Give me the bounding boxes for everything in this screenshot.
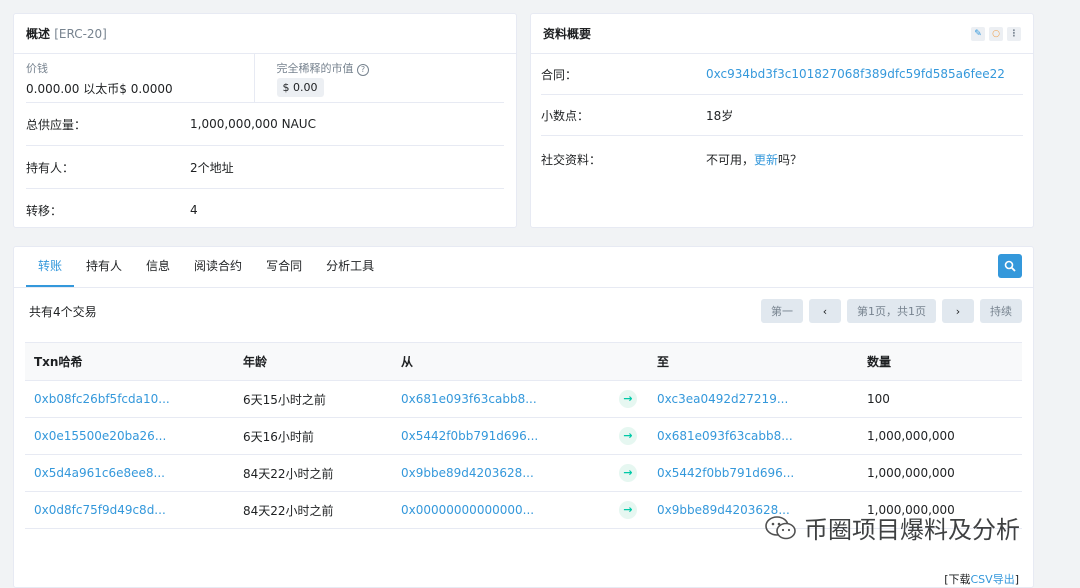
download-footer: [下载CSV导出] — [944, 571, 1019, 587]
help-icon[interactable]: ? — [357, 64, 369, 76]
tab-read-contract[interactable]: 阅读合约 — [182, 257, 254, 287]
age-cell: 84天22小时之前 — [234, 491, 392, 529]
col-to: 至 — [648, 342, 858, 381]
search-icon — [1004, 260, 1016, 272]
age-cell: 84天22小时之前 — [234, 454, 392, 492]
last-page-button[interactable]: 持续 — [980, 299, 1022, 323]
table-header-row: Txn哈希 年龄 从 至 数量 — [25, 342, 1022, 381]
col-direction — [610, 342, 648, 381]
social-status: 不可用， — [706, 152, 755, 167]
table-row: 0x5d4a961c6e8ee8... 84天22小时之前 0x9bbe89d4… — [25, 454, 1022, 492]
overview-card: 概述 [ERC-20] 价钱 0.000.00 以太币$ 0.0000 完全稀释… — [13, 13, 517, 228]
transfers-label: 转移： — [26, 203, 63, 218]
quantity-cell: 1,000,000,000 — [858, 454, 1022, 492]
contract-row: 合同： 0xc934bd3f3c101827068f389dfc59fd585a… — [541, 54, 1023, 95]
tab-info[interactable]: 信息 — [134, 257, 182, 287]
transaction-count: 共有4个交易 — [29, 304, 97, 319]
txn-hash-link[interactable]: 0x0d8fc75f9d49c8d... — [34, 503, 166, 517]
decimals-value: 18岁 — [706, 108, 734, 123]
csv-export-link[interactable]: CSV导出 — [971, 573, 1015, 586]
from-address-link[interactable]: 0x5442f0bb791d696... — [401, 429, 538, 443]
first-page-button[interactable]: 第一 — [761, 299, 803, 323]
chevron-right-icon: › — [955, 304, 961, 318]
tab-analytics[interactable]: 分析工具 — [314, 257, 386, 287]
col-quantity: 数量 — [858, 342, 1022, 381]
txn-hash-link[interactable]: 0x5d4a961c6e8ee8... — [34, 466, 165, 480]
download-prefix: [下载 — [944, 573, 971, 586]
watermark: 币圈项目爆料及分析 — [764, 510, 1020, 545]
download-suffix: ] — [1014, 573, 1019, 586]
transfers-row: 转移： 4 — [26, 189, 504, 231]
decimals-label: 小数点： — [541, 108, 590, 123]
token-standard-tag: [ERC-20] — [54, 26, 107, 41]
update-link[interactable]: 更新 — [754, 153, 778, 167]
from-address-link[interactable]: 0x681e093f63cabb8... — [401, 392, 537, 406]
col-txn-hash: Txn哈希 — [25, 342, 234, 381]
chevron-left-icon: ‹ — [822, 304, 828, 318]
contract-label: 合同： — [541, 67, 578, 82]
market-cap-label: 完全稀释的市值 — [276, 62, 354, 75]
more-icon[interactable]: ⋮ — [1007, 26, 1021, 41]
circle-icon[interactable]: ○ — [989, 26, 1003, 41]
to-address-link[interactable]: 0x681e093f63cabb8... — [657, 429, 793, 443]
overview-header: 概述 [ERC-20] — [14, 14, 516, 54]
table-row: 0xb08fc26bf5fcda10... 6天15小时之前 0x681e093… — [25, 380, 1022, 418]
social-row: 社交资料： 不可用，更新吗？ — [541, 136, 1023, 182]
profile-header: 资料概要 ✎ ○ ⋮ — [531, 14, 1033, 54]
edit-icon[interactable]: ✎ — [971, 26, 985, 41]
prev-page-button[interactable]: ‹ — [809, 299, 841, 323]
arrow-right-icon: → — [619, 464, 637, 482]
total-supply-row: 总供应量： 1,000,000,000 NAUC — [26, 103, 504, 146]
transfers-table: Txn哈希 年龄 从 至 数量 0xb08fc26bf5fcda10... 6天… — [25, 342, 1022, 529]
page-info: 第1页，共1页 — [847, 299, 936, 323]
arrow-right-icon: → — [619, 427, 637, 445]
tab-transfers[interactable]: 转账 — [26, 257, 75, 287]
contract-address-link[interactable]: 0xc934bd3f3c101827068f389dfc59fd585a6fee… — [706, 67, 1005, 81]
col-age: 年龄 — [234, 342, 392, 381]
arrow-right-icon: → — [619, 501, 637, 519]
to-address-link[interactable]: 0x5442f0bb791d696... — [657, 466, 794, 480]
price-row: 价钱 0.000.00 以太币$ 0.0000 完全稀释的市值 ? $ 0.00 — [26, 54, 504, 103]
quantity-cell: 100 — [858, 380, 1022, 418]
from-address-link[interactable]: 0x9bbe89d4203628... — [401, 466, 534, 480]
to-address-link[interactable]: 0xc3ea0492d27219... — [657, 392, 788, 406]
watermark-text: 币圈项目爆料及分析 — [804, 516, 1020, 544]
age-cell: 6天16小时前 — [234, 417, 392, 455]
from-address-link[interactable]: 0x00000000000000... — [401, 503, 534, 517]
price-value: 0.000.00 以太币$ 0.0000 — [26, 82, 173, 96]
total-supply-label: 总供应量： — [26, 117, 87, 132]
tab-holders[interactable]: 持有人 — [74, 257, 134, 287]
decimals-row: 小数点： 18岁 — [541, 95, 1023, 136]
age-cell: 6天15小时之前 — [234, 380, 392, 418]
search-button[interactable] — [998, 254, 1022, 278]
col-from: 从 — [392, 342, 610, 381]
txn-hash-link[interactable]: 0xb08fc26bf5fcda10... — [34, 392, 170, 406]
total-supply-value: 1,000,000,000 NAUC — [190, 117, 316, 131]
holders-label: 持有人： — [26, 160, 75, 175]
arrow-right-icon: → — [619, 390, 637, 408]
profile-title: 资料概要 — [543, 27, 592, 41]
overview-title: 概述 — [26, 27, 51, 41]
txn-hash-link[interactable]: 0x0e15500e20ba26... — [34, 429, 166, 443]
price-label: 价钱 — [26, 62, 48, 75]
holders-row: 持有人： 2个地址 — [26, 146, 504, 189]
social-suffix: 吗？ — [778, 152, 803, 167]
market-cap-value: $ 0.00 — [276, 78, 324, 97]
tab-write-contract[interactable]: 写合同 — [254, 257, 314, 287]
profile-card: 资料概要 ✎ ○ ⋮ 合同： 0xc934bd3f3c101827068f389… — [530, 13, 1034, 228]
holders-value: 2个地址 — [190, 160, 234, 175]
social-label: 社交资料： — [541, 152, 602, 167]
pagination: 第一 ‹ 第1页，共1页 › 持续 — [761, 299, 1022, 323]
tab-bar: 转账 持有人 信息 阅读合约 写合同 分析工具 — [14, 247, 1033, 288]
table-row: 0x0e15500e20ba26... 6天16小时前 0x5442f0bb79… — [25, 417, 1022, 455]
quantity-cell: 1,000,000,000 — [858, 417, 1022, 455]
transfers-value: 4 — [190, 203, 198, 217]
wechat-icon — [765, 515, 796, 539]
next-page-button[interactable]: › — [942, 299, 974, 323]
table-toolbar: 共有4个交易 第一 ‹ 第1页，共1页 › 持续 — [14, 288, 1033, 334]
